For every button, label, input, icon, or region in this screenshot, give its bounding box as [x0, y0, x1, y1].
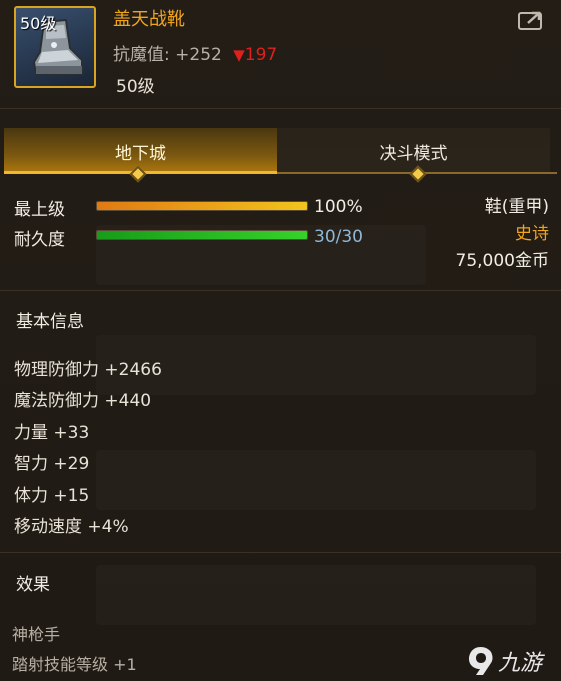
- max-level-value: 100%: [314, 197, 363, 217]
- durability-bar-fill: [97, 231, 307, 239]
- header-divider: [0, 108, 561, 109]
- background-ghost-row: [96, 335, 536, 395]
- section-divider: [0, 290, 561, 291]
- stat-value: +252: [175, 45, 222, 65]
- effects-title: 效果: [16, 575, 50, 595]
- attribute-line: 力量 +33: [14, 423, 90, 443]
- attribute-line: 移动速度 +4%: [14, 517, 129, 537]
- effect-skill-line: 踏射技能等级 +1: [12, 655, 137, 674]
- armored-boot-icon[interactable]: 50级: [14, 6, 96, 88]
- stat-diff-value: 197: [244, 45, 278, 65]
- durability-value: 30/30: [314, 227, 363, 247]
- item-level: 50级: [116, 77, 155, 97]
- item-price: 75,000金币: [455, 251, 549, 271]
- max-level-label: 最上级: [14, 200, 65, 220]
- durability-label: 耐久度: [14, 230, 65, 250]
- item-slot-type: 鞋(重甲): [484, 197, 549, 217]
- attribute-line: 物理防御力 +2466: [14, 360, 162, 380]
- attribute-line: 体力 +15: [14, 486, 90, 506]
- basic-info-title: 基本信息: [16, 312, 84, 332]
- max-level-bar: [96, 201, 308, 211]
- mode-tabs: 地下城 决斗模式: [4, 128, 557, 174]
- max-level-bar-fill: [97, 202, 307, 210]
- tab-pvp[interactable]: 决斗模式: [277, 128, 550, 174]
- magic-defense-stat: 抗魔值: +252 ▼197: [113, 40, 277, 65]
- background-ghost-row: [96, 450, 536, 510]
- background-ghost-row: [96, 565, 536, 625]
- effect-class-line: 神枪手: [12, 625, 61, 644]
- decrease-arrow-icon: ▼: [233, 46, 245, 64]
- attribute-line: 魔法防御力 +440: [14, 391, 152, 411]
- item-rarity: 史诗: [515, 224, 549, 244]
- watermark-logo-icon: [469, 646, 493, 675]
- watermark-text: 九游: [498, 650, 543, 676]
- item-name: 盖天战靴: [113, 9, 185, 30]
- icon-level-label: 50级: [20, 14, 57, 33]
- attribute-line: 智力 +29: [14, 454, 90, 474]
- item-tooltip-panel: 50级 盖天战靴 抗魔值: +252 ▼197 50级 地下城 决斗模式 最上级…: [0, 0, 561, 681]
- watermark-logo: 九游: [466, 640, 561, 681]
- share-icon[interactable]: [516, 8, 548, 32]
- stat-label: 抗魔值:: [113, 45, 170, 65]
- durability-bar: [96, 230, 308, 240]
- section-divider: [0, 552, 561, 553]
